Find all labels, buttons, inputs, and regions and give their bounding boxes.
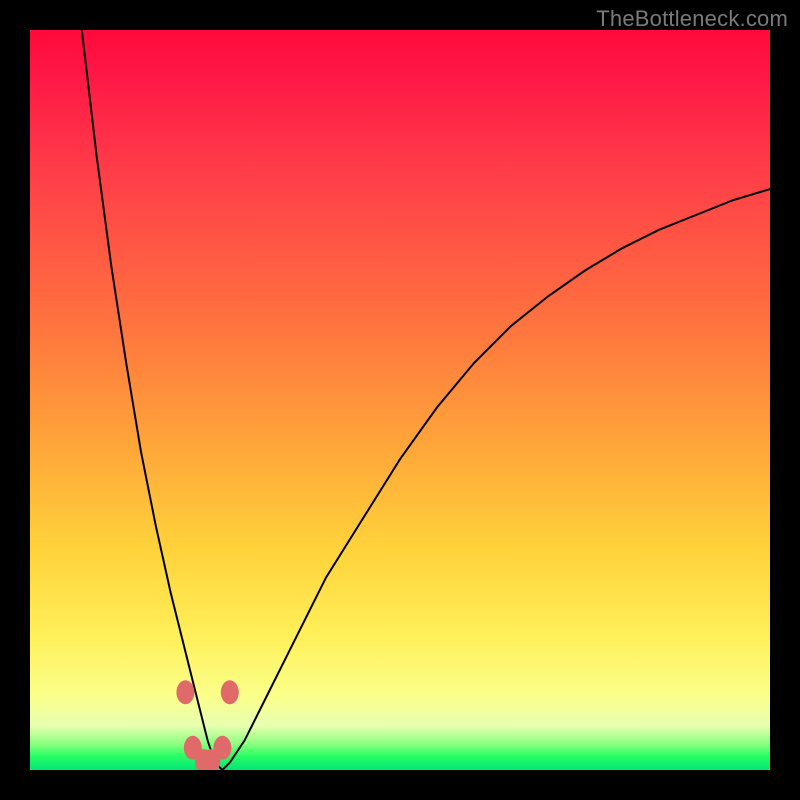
plot-area	[30, 30, 770, 770]
curve-marker	[221, 680, 239, 704]
curve-path	[82, 30, 770, 770]
chart-frame: TheBottleneck.com	[0, 0, 800, 800]
watermark-text: TheBottleneck.com	[596, 6, 788, 32]
curve-marker	[176, 680, 194, 704]
bottleneck-curve	[30, 30, 770, 770]
curve-markers	[176, 680, 238, 770]
